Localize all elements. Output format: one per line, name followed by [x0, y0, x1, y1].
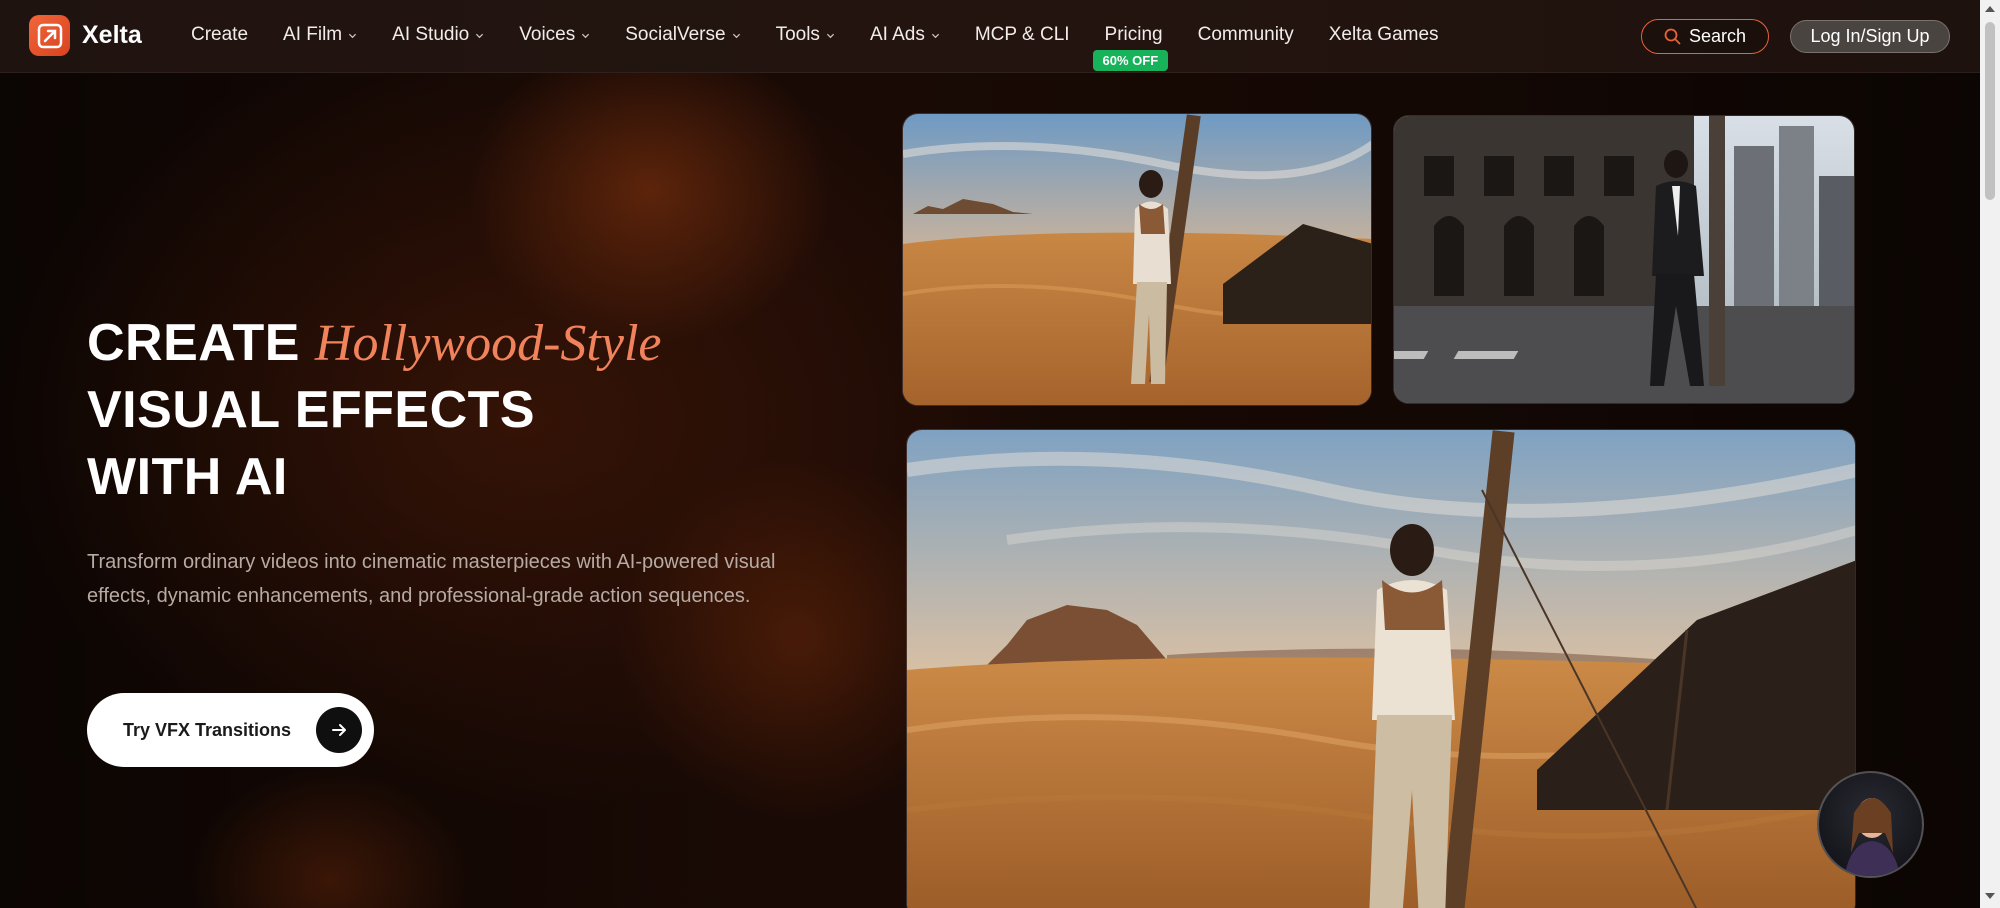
- nav-item-label: Pricing: [1104, 24, 1163, 45]
- nav-item-ai-studio[interactable]: AI Studio: [392, 24, 484, 46]
- nav-item-label: MCP & CLI: [974, 24, 1070, 45]
- nav-item-label: SocialVerse: [625, 24, 726, 45]
- search-button[interactable]: Search: [1641, 19, 1769, 54]
- page: Xelta Create AI Film AI Studio Voices Social…: [0, 0, 1980, 908]
- hero-headline: CREATE Hollywood-Style VISUAL EFFECTS WI…: [87, 310, 661, 511]
- nav-item-mcp-cli[interactable]: MCP & CLI: [975, 24, 1070, 46]
- chevron-down-icon: [349, 33, 357, 38]
- nav-menu: Create AI Film AI Studio Voices SocialVerse T…: [191, 0, 1474, 71]
- nav-item-community[interactable]: Community: [1198, 24, 1294, 46]
- chevron-down-icon: [826, 33, 835, 38]
- scroll-thumb[interactable]: [1985, 22, 1995, 200]
- chevron-down-icon: [931, 33, 939, 38]
- assistant-avatar[interactable]: [1817, 771, 1924, 878]
- brand-name: Xelta: [82, 21, 142, 49]
- search-label: Search: [1688, 26, 1747, 46]
- logo-icon: [29, 15, 70, 56]
- nav-item-ai-film[interactable]: AI Film: [283, 24, 357, 46]
- headline-line-2: VISUAL EFFECTS: [87, 381, 536, 439]
- headline-prefix: CREATE: [87, 314, 300, 372]
- brand-logo[interactable]: Xelta: [29, 15, 142, 56]
- desert-scene-thumbnail[interactable]: [902, 113, 1372, 406]
- cta-label: Try VFX Transitions: [123, 719, 292, 740]
- nav-item-label: AI Studio: [392, 24, 470, 45]
- nav-item-voices[interactable]: Voices: [519, 24, 590, 46]
- nav-item-pricing[interactable]: Pricing 60% OFF: [1092, 24, 1169, 71]
- nav-item-ai-ads[interactable]: AI Ads: [870, 24, 940, 46]
- headline-line-3: WITH AI: [87, 448, 288, 506]
- desert-scene-main-preview[interactable]: [906, 429, 1856, 908]
- nav-item-label: Voices: [519, 24, 576, 45]
- top-nav: Xelta Create AI Film AI Studio Voices Social…: [0, 0, 1980, 73]
- nav-item-tools[interactable]: Tools: [776, 24, 835, 46]
- login-signup-button[interactable]: Log In/Sign Up: [1790, 20, 1950, 53]
- nav-item-label: Xelta Games: [1328, 24, 1439, 45]
- nav-item-label: Create: [191, 24, 249, 45]
- nav-item-socialverse[interactable]: SocialVerse: [625, 24, 740, 46]
- hero-description: Transform ordinary videos into cinematic…: [87, 551, 776, 607]
- chevron-down-icon: [732, 33, 740, 38]
- nav-item-label: Tools: [775, 24, 820, 45]
- page-scrollbar[interactable]: [1980, 0, 2000, 908]
- chevron-down-icon: [582, 33, 590, 38]
- nav-item-create[interactable]: Create: [191, 24, 248, 46]
- arrow-right-icon: [316, 707, 362, 753]
- try-vfx-transitions-button[interactable]: Try VFX Transitions: [87, 693, 374, 767]
- nav-item-label: AI Ads: [869, 24, 925, 45]
- headline-line-1: CREATE Hollywood-Style: [87, 310, 661, 377]
- nav-item-label: Community: [1197, 24, 1294, 45]
- headline-accent: Hollywood-Style: [314, 315, 662, 372]
- scroll-up-arrow[interactable]: [1985, 6, 1995, 12]
- chevron-down-icon: [476, 33, 484, 38]
- search-icon: [1664, 28, 1681, 45]
- discount-badge: 60% OFF: [1092, 50, 1169, 71]
- nav-item-label: AI Film: [283, 24, 343, 45]
- nav-item-xelta-games[interactable]: Xelta Games: [1329, 24, 1439, 46]
- city-scene-thumbnail[interactable]: [1393, 115, 1855, 404]
- scroll-down-arrow[interactable]: [1985, 893, 1995, 899]
